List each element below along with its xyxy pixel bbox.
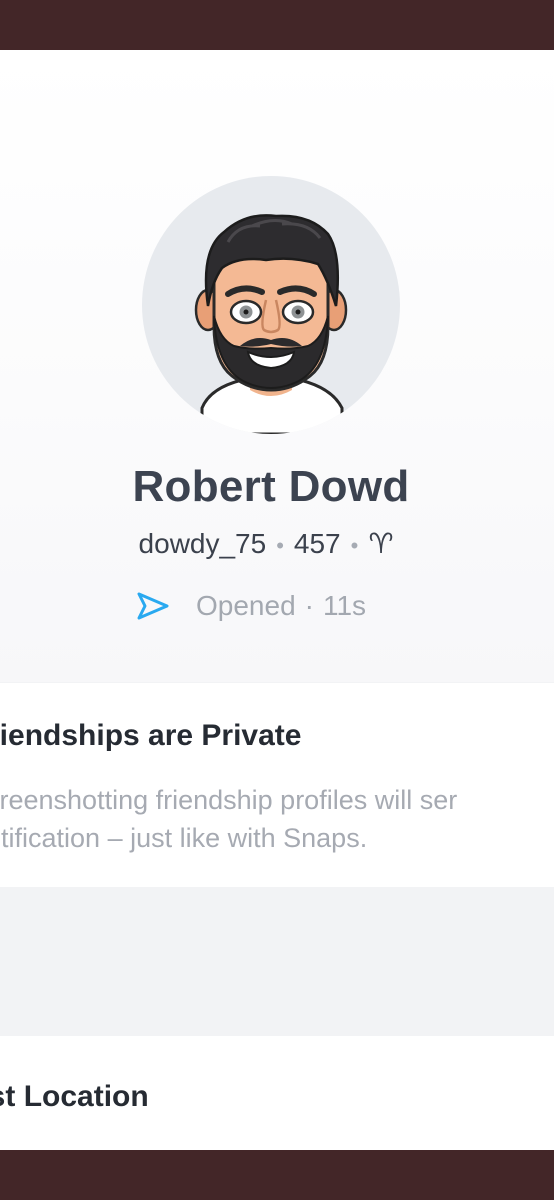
profile-display-name: Robert Dowd bbox=[132, 462, 410, 511]
device-frame-top bbox=[0, 0, 554, 50]
profile-meta-row: dowdy_75 • 457 • ♈ bbox=[0, 527, 532, 560]
zodiac-icon: ♈ bbox=[368, 528, 394, 559]
profile-username: dowdy_75 bbox=[138, 528, 267, 559]
chat-status-row: Opened · 11s bbox=[136, 588, 366, 624]
device-frame-bottom bbox=[0, 1150, 554, 1200]
privacy-info-card: riendships are Private creenshotting fri… bbox=[0, 683, 554, 887]
separator-dot: • bbox=[350, 533, 359, 558]
friendship-profile-screen: Robert Dowd dowdy_75 • 457 • ♈ Opened · 11s ri… bbox=[0, 50, 554, 1150]
status-time: 11s bbox=[322, 590, 367, 621]
bitmoji-avatar[interactable] bbox=[142, 176, 400, 434]
location-card[interactable]: est Location bbox=[0, 1036, 554, 1150]
location-card-title: est Location bbox=[0, 1080, 149, 1113]
bitmoji-illustration bbox=[194, 214, 348, 434]
separator-dot: • bbox=[276, 533, 284, 558]
privacy-card-title: riendships are Private bbox=[0, 719, 302, 752]
profile-header: Robert Dowd dowdy_75 • 457 • ♈ Opened · 11s bbox=[0, 50, 554, 682]
status-label: Opened bbox=[196, 590, 296, 621]
snap-score[interactable]: 457 bbox=[294, 528, 341, 559]
privacy-card-text: creenshotting friendship profiles will s… bbox=[0, 781, 457, 857]
sent-arrow-icon bbox=[137, 592, 169, 620]
privacy-card-line: creenshotting friendship profiles will s… bbox=[0, 785, 458, 815]
privacy-card-line: otification – just like with Snaps. bbox=[0, 823, 368, 853]
separator-dot: · bbox=[304, 590, 314, 621]
